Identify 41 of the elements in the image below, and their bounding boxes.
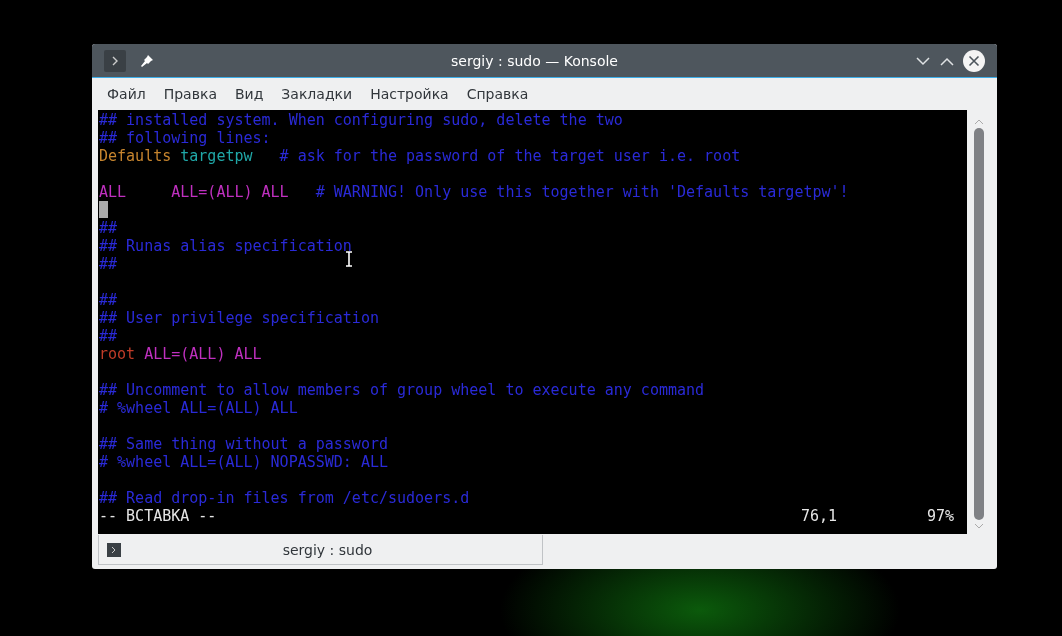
scrollbar-thumb[interactable] [974,128,984,520]
comment-text: # %wheel ALL=(ALL) ALL [99,399,298,417]
mode-indicator: -- ВСТАВКА -- [99,507,218,525]
terminal-icon[interactable] [104,49,126,72]
menu-item[interactable]: Правка [154,86,226,102]
code-text: ALL=(ALL) ALL [170,183,289,201]
minimize-icon[interactable] [915,55,931,66]
menu-item[interactable]: Настройка [361,86,458,102]
comment-text: ## User privilege specification [99,309,379,327]
code-text: targetpw [179,147,253,165]
menu-item[interactable]: Файл [98,86,155,102]
comment-text: # ask for the password of the target user i.e. root [278,147,741,165]
cursor-position: 76,1 [801,507,839,525]
comment-text: ## following lines: [99,129,271,147]
comment-text: ## installed system. When configuring sudo, delete the two [99,111,623,129]
comment-text: ## [99,291,118,309]
scroll-down-icon[interactable] [974,522,984,530]
comment-text: ## [99,219,118,237]
scroll-up-icon[interactable] [974,118,984,126]
menu-item[interactable]: Справка [457,86,538,102]
comment-text: ## Runas alias specification [99,237,352,255]
code-text: ALL [99,183,127,201]
comment-text: ## Uncomment to allow members of group wheel to execute any command [99,381,705,399]
close-icon[interactable] [963,49,985,72]
pin-icon[interactable] [140,53,154,68]
comment-text: # WARNING! Only use this together with 'Defaults targetpw'! [314,183,849,201]
comment-text: # %wheel ALL=(ALL) NOPASSWD: ALL [99,453,388,471]
maximize-icon[interactable] [939,55,955,66]
scroll-percent: 97% [927,507,955,525]
comment-text: ## [99,255,118,273]
comment-text: ## Read drop-in files from /etc/sudoers.d [99,489,470,507]
menu-item[interactable]: Вид [225,86,273,102]
terminal-icon [107,542,121,557]
comment-text: ## Same thing without a password [99,435,388,453]
comment-text: ## [99,327,118,345]
terminal-tab[interactable]: sergiy : sudo [98,535,543,565]
code-text: Defaults [99,147,172,165]
menu-item[interactable]: Закладки [272,86,362,102]
code-text: ALL=(ALL) ALL [143,345,262,363]
code-text: root [99,345,136,363]
window-title: sergiy : sudo — Konsole [450,52,619,69]
